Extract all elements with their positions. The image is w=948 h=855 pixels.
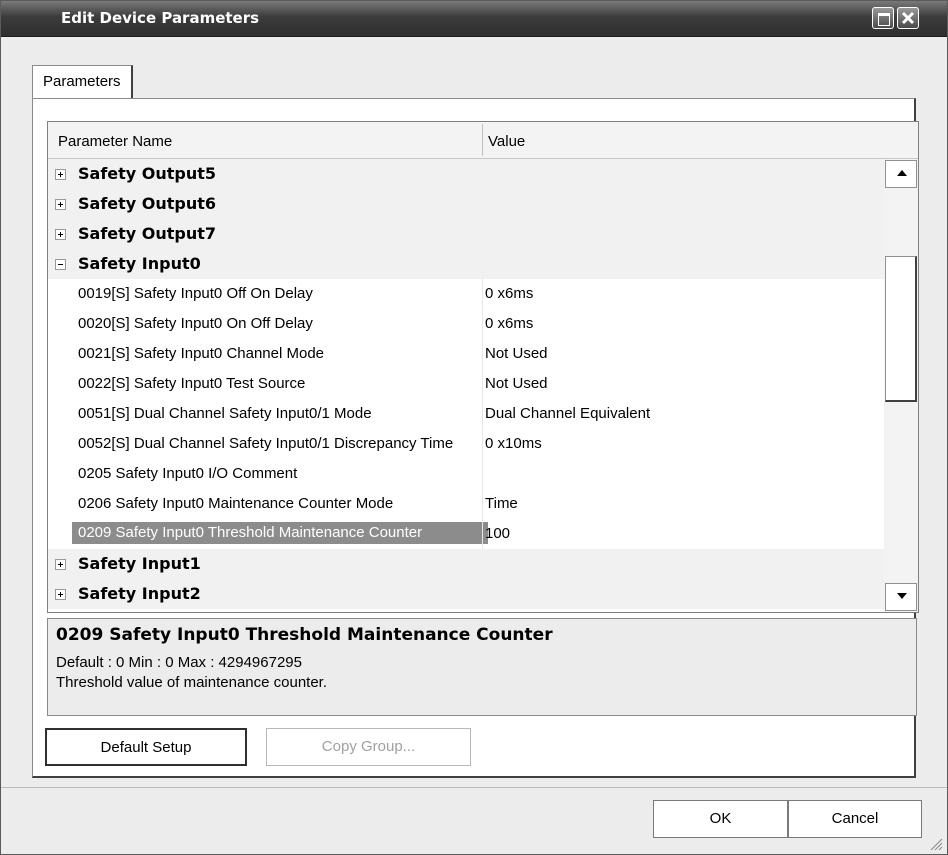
group-label: Safety Input2 — [78, 584, 201, 603]
plus-box-icon[interactable] — [55, 169, 66, 180]
title-bar: Edit Device Parameters — [1, 1, 947, 37]
cell-divider — [482, 519, 483, 549]
group-label: Safety Input0 — [78, 254, 201, 273]
parameter-value[interactable]: 0 x10ms — [485, 435, 542, 452]
cancel-button[interactable]: Cancel — [788, 800, 922, 838]
plus-box-icon[interactable] — [55, 199, 66, 210]
plus-box-icon[interactable] — [55, 559, 66, 570]
group-label: Safety Output6 — [78, 194, 217, 213]
plus-box-icon[interactable] — [55, 229, 66, 240]
parameter-value[interactable]: Not Used — [485, 345, 548, 362]
grid-header: Parameter Name Value — [48, 122, 918, 159]
table-row[interactable]: 0206 Safety Input0 Maintenance Counter M… — [48, 489, 884, 520]
group-row-safety-input0[interactable]: Safety Input0 — [48, 249, 884, 279]
group-row-safety-output7[interactable]: Safety Output7 — [48, 219, 884, 249]
cell-divider — [482, 399, 483, 429]
parameter-value[interactable]: Dual Channel Equivalent — [485, 405, 650, 422]
column-divider[interactable] — [482, 124, 483, 156]
group-row-safety-input2[interactable]: Safety Input2 — [48, 579, 884, 609]
edit-device-parameters-dialog: Edit Device Parameters Parameters Parame… — [0, 0, 948, 855]
table-row[interactable]: 0021[S] Safety Input0 Channel Mode Not U… — [48, 339, 884, 370]
column-header-value[interactable]: Value — [488, 122, 525, 158]
up-arrow-icon[interactable] — [885, 160, 917, 188]
parameter-grid: Parameter Name Value Safety Output5 Safe… — [47, 121, 919, 613]
plus-box-icon[interactable] — [55, 589, 66, 600]
table-row[interactable]: 0052[S] Dual Channel Safety Input0/1 Dis… — [48, 429, 884, 460]
parameter-name: 0022[S] Safety Input0 Test Source — [78, 375, 306, 392]
cell-divider — [482, 489, 483, 519]
parameter-value[interactable]: 0 x6ms — [485, 315, 533, 332]
tab-parameters[interactable]: Parameters — [32, 65, 133, 98]
group-label: Safety Input1 — [78, 554, 201, 573]
grid-rows: Safety Output5 Safety Output6 Safety Out… — [48, 159, 884, 612]
cell-divider — [482, 279, 483, 309]
table-row[interactable]: 0205 Safety Input0 I/O Comment — [48, 459, 884, 490]
cell-divider — [482, 459, 483, 489]
table-row-selected[interactable]: 0209 Safety Input0 Threshold Maintenance… — [48, 519, 884, 550]
parameter-value[interactable]: Time — [485, 495, 518, 512]
parameter-name: 0206 Safety Input0 Maintenance Counter M… — [78, 495, 394, 512]
column-header-parameter-name[interactable]: Parameter Name — [58, 122, 172, 158]
vertical-scrollbar[interactable] — [884, 159, 918, 612]
table-row[interactable]: 0051[S] Dual Channel Safety Input0/1 Mod… — [48, 399, 884, 430]
parameter-name: 0209 Safety Input0 Threshold Maintenance… — [72, 522, 488, 544]
group-row-safety-output5[interactable]: Safety Output5 — [48, 159, 884, 189]
description-title: 0209 Safety Input0 Threshold Maintenance… — [56, 625, 553, 645]
close-icon[interactable] — [897, 7, 919, 29]
parameter-value[interactable]: Not Used — [485, 375, 548, 392]
group-label: Safety Output5 — [78, 164, 217, 183]
description-range: Default : 0 Min : 0 Max : 4294967295 — [56, 654, 302, 671]
cell-divider — [482, 309, 483, 339]
parameter-name: 0205 Safety Input0 I/O Comment — [78, 465, 298, 482]
parameter-name: 0019[S] Safety Input0 Off On Delay — [78, 285, 313, 302]
cell-divider — [482, 339, 483, 369]
parameter-name: 0052[S] Dual Channel Safety Input0/1 Dis… — [78, 435, 454, 452]
table-row[interactable]: 0019[S] Safety Input0 Off On Delay 0 x6m… — [48, 279, 884, 310]
group-row-safety-input1[interactable]: Safety Input1 — [48, 549, 884, 579]
cell-divider — [482, 429, 483, 459]
copy-group-button[interactable]: Copy Group... — [266, 728, 471, 766]
group-label: Safety Output7 — [78, 224, 217, 243]
parameter-name: 0020[S] Safety Input0 On Off Delay — [78, 315, 313, 332]
down-arrow-icon[interactable] — [885, 583, 917, 611]
maximize-icon[interactable] — [872, 7, 894, 29]
description-text: Threshold value of maintenance counter. — [56, 674, 328, 691]
divider — [1, 787, 947, 788]
parameter-value[interactable]: 100 — [485, 525, 510, 542]
description-panel: 0209 Safety Input0 Threshold Maintenance… — [47, 618, 917, 716]
group-row-safety-output6[interactable]: Safety Output6 — [48, 189, 884, 219]
scrollbar-thumb[interactable] — [885, 256, 917, 402]
cell-divider — [482, 369, 483, 399]
parameter-name: 0021[S] Safety Input0 Channel Mode — [78, 345, 325, 362]
ok-button[interactable]: OK — [653, 800, 788, 838]
table-row[interactable]: 0020[S] Safety Input0 On Off Delay 0 x6m… — [48, 309, 884, 340]
parameter-value[interactable]: 0 x6ms — [485, 285, 533, 302]
window-title: Edit Device Parameters — [61, 9, 260, 27]
minus-box-icon[interactable] — [55, 259, 66, 270]
parameter-name: 0051[S] Dual Channel Safety Input0/1 Mod… — [78, 405, 372, 422]
default-setup-button[interactable]: Default Setup — [45, 728, 247, 766]
resize-grip-icon[interactable] — [929, 837, 943, 851]
table-row[interactable]: 0022[S] Safety Input0 Test Source Not Us… — [48, 369, 884, 400]
